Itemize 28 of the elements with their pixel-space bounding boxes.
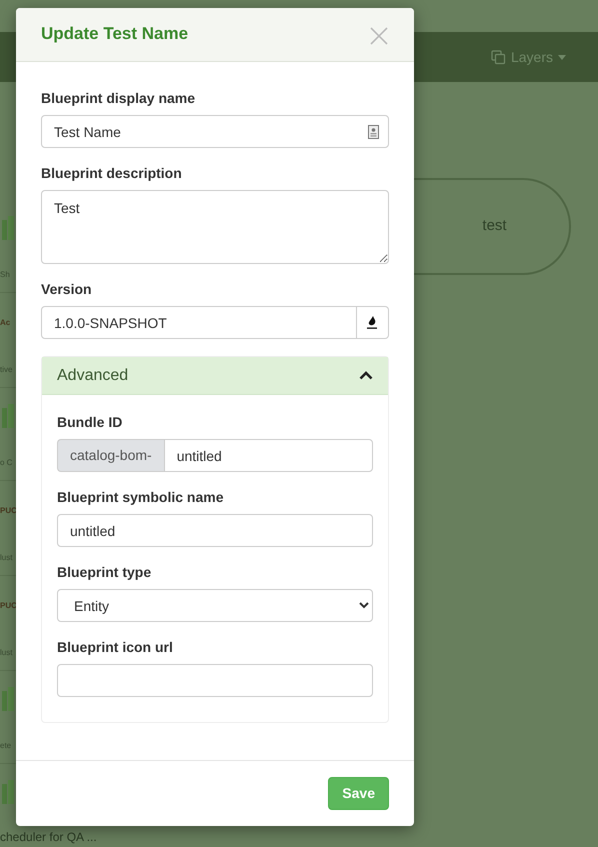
display-name-field[interactable]: Test Name	[41, 115, 389, 148]
version-action-button[interactable]	[356, 306, 389, 339]
bundle-id-field[interactable]: untitled	[164, 439, 373, 472]
symbolic-name-field[interactable]: untitled	[57, 514, 373, 547]
modal-title: Update Test Name	[41, 24, 188, 45]
field-label: Blueprint display name	[41, 89, 196, 108]
description-field[interactable]: Test	[41, 190, 389, 264]
contact-card-icon	[368, 125, 379, 139]
sidebar-item-label: cheduler for QA ...	[0, 829, 98, 845]
icon-url-field[interactable]	[57, 664, 373, 697]
field-label: Blueprint icon url	[57, 638, 174, 657]
field-label: Version	[41, 280, 93, 299]
node-label: test	[481, 216, 507, 236]
field-label: Blueprint type	[57, 563, 152, 582]
field-label: Bundle ID	[57, 413, 124, 432]
logo-text: PUC	[0, 600, 17, 612]
caret-icon	[558, 54, 566, 60]
layers-icon	[490, 50, 506, 64]
close-button[interactable]	[369, 24, 389, 44]
logo-text: Ac	[0, 317, 10, 329]
field-label: Blueprint symbolic name	[57, 488, 224, 507]
field-label: Blueprint description	[41, 164, 183, 183]
advanced-header[interactable]: Advanced	[42, 357, 388, 395]
droplet-icon	[367, 316, 378, 329]
version-field[interactable]: 1.0.0-SNAPSHOT	[41, 306, 357, 339]
bundle-prefix: catalog-bom-	[57, 439, 164, 472]
type-select[interactable]: Entity	[57, 589, 373, 622]
logo-text: PUC	[0, 505, 17, 517]
